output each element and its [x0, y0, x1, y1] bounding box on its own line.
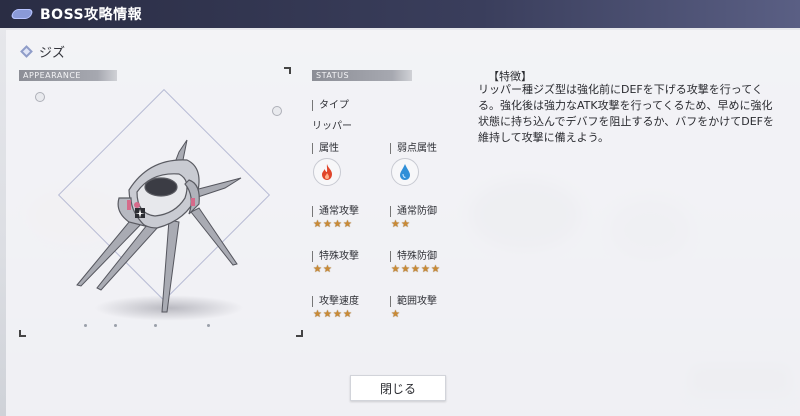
stat-label-normal-attack: 通常攻撃: [312, 206, 359, 217]
stat-stars-attack-speed: ★ ★ ★ ★: [313, 309, 352, 320]
star-icon: ★: [391, 264, 400, 275]
weakness-label: 弱点属性: [390, 143, 437, 154]
star-icon: ★: [343, 219, 352, 230]
close-button[interactable]: 閉じる: [350, 375, 446, 401]
boss-name: ジズ: [39, 46, 66, 61]
star-icon: ★: [323, 264, 332, 275]
stat-label-special-attack: 特殊攻撃: [312, 251, 359, 262]
boss-model-image: [76, 139, 242, 313]
star-icon: ★: [401, 264, 410, 275]
stat-label-attack-speed: 攻撃速度: [312, 296, 359, 307]
boss-info-panel: ジズ APPEARANCE STATUS タイプ リッパー 属性 弱点属性 通常…: [6, 30, 800, 416]
star-icon: ★: [391, 309, 400, 320]
star-icon: ★: [333, 219, 342, 230]
star-icon: ★: [391, 219, 400, 230]
star-icon: ★: [313, 219, 322, 230]
star-icon: ★: [343, 309, 352, 320]
star-icon: ★: [431, 264, 440, 275]
star-icon: ★: [411, 264, 420, 275]
star-icon: ★: [333, 309, 342, 320]
stat-label-special-defense: 特殊防御: [390, 251, 437, 262]
boss-name-row: ジズ: [20, 42, 66, 61]
stat-label-area-attack: 範囲攻撃: [390, 296, 437, 307]
stat-stars-special-defense: ★ ★ ★ ★ ★: [391, 264, 440, 275]
description-body: リッパー種ジズ型は強化前にDEFを下げる攻撃を行ってくる。強化後は強力なATK攻…: [478, 83, 774, 144]
star-icon: ★: [323, 309, 332, 320]
attribute-label: 属性: [312, 143, 339, 154]
header-bar: BOSS攻略情報: [0, 0, 800, 28]
type-label: タイプ: [312, 100, 349, 111]
fire-icon: [313, 158, 341, 186]
boss-model-view[interactable]: [19, 80, 309, 340]
water-icon: [391, 158, 419, 186]
star-icon: ★: [313, 264, 322, 275]
status-header: STATUS: [312, 70, 412, 81]
frame-corner: [284, 67, 291, 74]
star-icon: ★: [421, 264, 430, 275]
stat-stars-normal-attack: ★ ★ ★ ★: [313, 219, 352, 230]
star-icon: ★: [323, 219, 332, 230]
page-title: BOSS攻略情報: [40, 7, 143, 23]
tab-icon: [10, 9, 34, 19]
diamond-icon: [20, 45, 33, 58]
stat-stars-special-attack: ★ ★: [313, 264, 332, 275]
star-icon: ★: [313, 309, 322, 320]
stat-stars-area-attack: ★: [391, 309, 400, 320]
star-icon: ★: [401, 219, 410, 230]
type-value: リッパー: [312, 121, 352, 132]
stat-label-normal-defense: 通常防御: [390, 206, 437, 217]
stat-stars-normal-defense: ★ ★: [391, 219, 410, 230]
